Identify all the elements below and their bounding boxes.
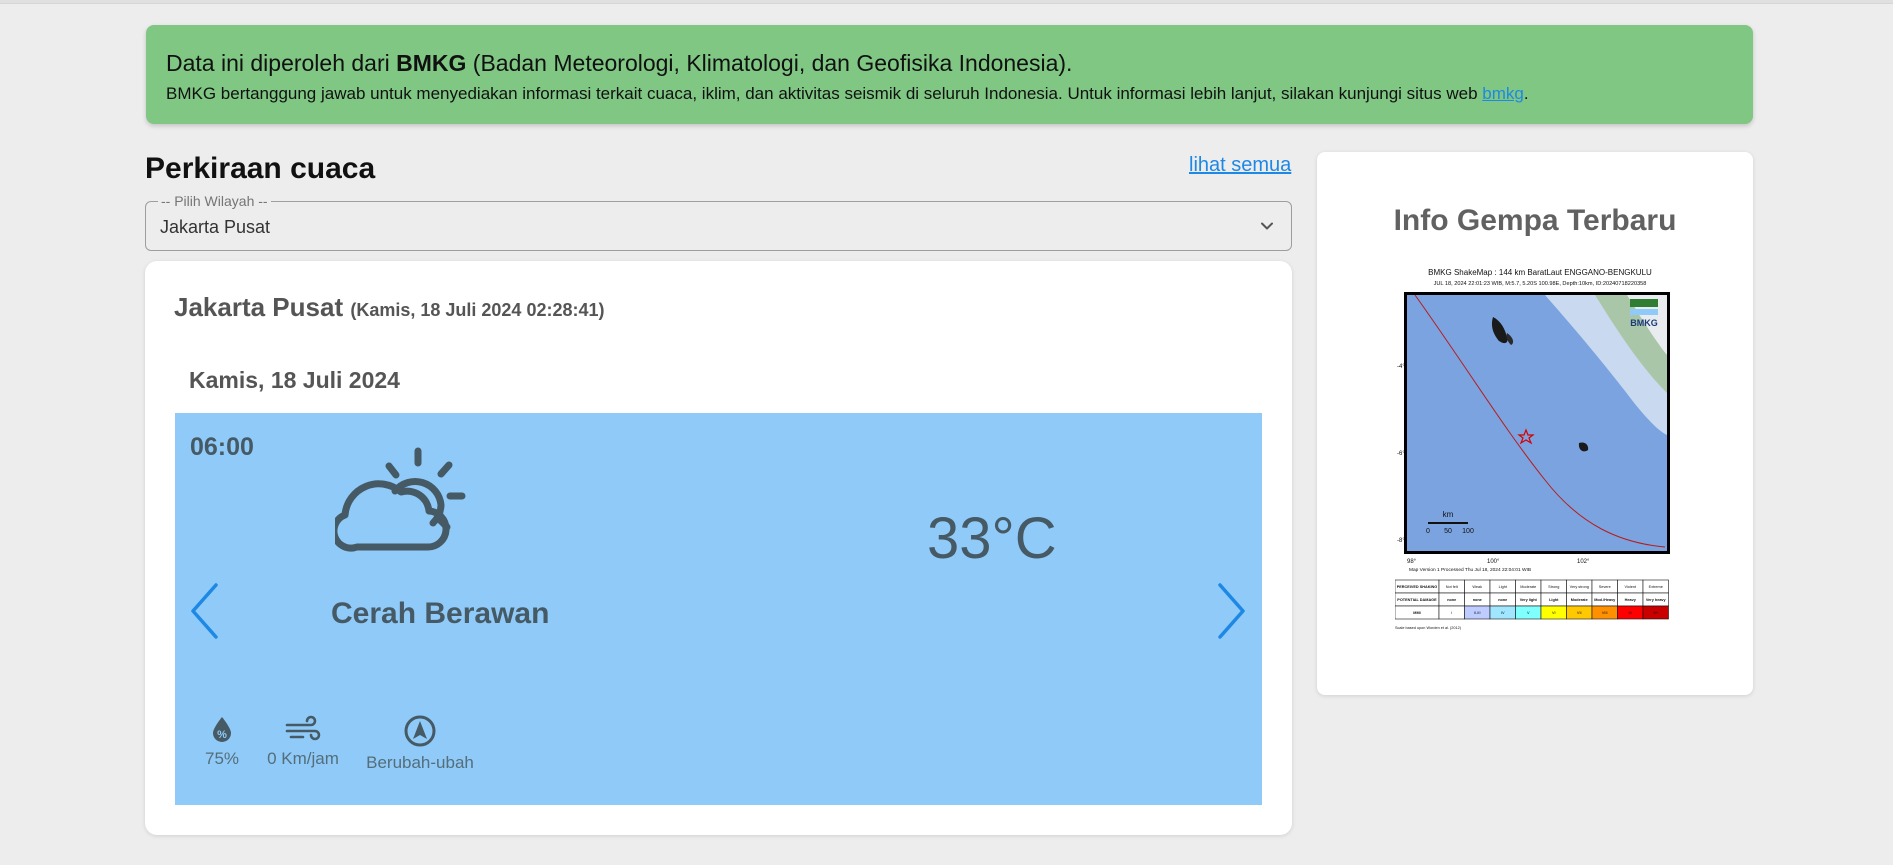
scale-tick-100: 100 xyxy=(1462,528,1474,535)
legend-cell-label: Light xyxy=(1499,585,1508,589)
shakemap-title: BMKG ShakeMap : 144 km BaratLaut ENGGANO… xyxy=(1428,268,1652,277)
legend-cell-label: Moderate xyxy=(1520,585,1536,589)
humidity-stat: % 75% xyxy=(202,715,242,769)
notice-title-prefix: Data ini diperoleh dari xyxy=(166,50,397,76)
data-source-notice: Data ini diperoleh dari BMKG (Badan Mete… xyxy=(146,25,1753,124)
mmi-legend: PERCEIVED SHAKING Not felt Weak Light Modera… xyxy=(1395,579,1669,620)
wind-icon xyxy=(285,715,321,741)
notice-title: Data ini diperoleh dari BMKG (Badan Mete… xyxy=(166,49,1733,77)
legend-row-header-label: POTENTIAL DAMAGE xyxy=(1397,598,1437,602)
shakemap-logo: BMKG xyxy=(1630,318,1658,328)
legend-cell-label: IV xyxy=(1501,611,1505,615)
humidity-value: 75% xyxy=(204,749,240,768)
legend-cell-label: V xyxy=(1527,611,1530,615)
legend-cell-label: none xyxy=(1447,598,1456,602)
slide-time: 06:00 xyxy=(190,433,254,461)
legend-cell-label: none xyxy=(1498,598,1507,602)
wind-direction-stat: Berubah-ubah xyxy=(363,715,477,773)
weather-description: Cerah Berawan xyxy=(331,597,550,630)
legend-cell-label: Violent xyxy=(1624,585,1636,589)
legend-cell-label: none xyxy=(1473,598,1482,602)
bmkg-link[interactable]: bmkg xyxy=(1482,84,1524,103)
scale-tick-50: 50 xyxy=(1444,528,1452,535)
legend-cell-label: VI xyxy=(1552,611,1556,615)
compass-icon xyxy=(404,715,436,747)
legend-cell-label: VII xyxy=(1577,611,1582,615)
wind-speed-stat: 0 Km/jam xyxy=(261,715,345,769)
earthquake-card: Info Gempa Terbaru BMKG ShakeMap : 144 k… xyxy=(1317,152,1753,695)
legend-cell-label: Light xyxy=(1549,598,1559,602)
forecast-heading: Perkiraan cuaca xyxy=(145,152,376,185)
lat-label-4: -4° xyxy=(1397,364,1405,370)
legend-cell-label: Very light xyxy=(1520,598,1538,602)
notice-body-end: . xyxy=(1523,84,1529,103)
legend-cell-label: Not felt xyxy=(1446,585,1459,589)
chevron-down-icon xyxy=(1261,222,1273,230)
legend-cell-label: I xyxy=(1451,611,1452,615)
legend-cell-label: Very strong xyxy=(1570,585,1589,589)
legend-cell-label: II-III xyxy=(1474,611,1481,615)
scale-tick-0: 0 xyxy=(1426,528,1430,535)
region-select-value: Jakarta Pusat xyxy=(160,217,271,237)
humidity-icon: % xyxy=(213,717,231,742)
temperature: 33°C xyxy=(927,506,1057,571)
legend-footnote: Scale based upon Worden et al. (2012) xyxy=(1395,626,1462,630)
notice-title-suffix: (Badan Meteorologi, Klimatologi, dan Geo… xyxy=(466,50,1073,76)
legend-cell-label: VIII xyxy=(1602,611,1608,615)
legend-cell-label: Strong xyxy=(1548,585,1559,589)
legend-cell-label: Heavy xyxy=(1625,598,1637,602)
legend-cell-label: Extreme xyxy=(1649,585,1663,589)
legend-row-header-label: MMI xyxy=(1413,611,1420,615)
shakemap-frame: BMKG km 0 50 100 xyxy=(1404,292,1670,554)
forecast-slide: 06:00 Cerah Berawan 33°C % 75% 0 Km/jam … xyxy=(175,413,1262,805)
chevron-left-icon[interactable] xyxy=(187,581,221,641)
region-select[interactable]: -- Pilih Wilayah -- Jakarta Pusat xyxy=(145,193,1292,251)
scale-unit: km xyxy=(1443,510,1454,519)
notice-body: BMKG bertanggung jawab untuk menyediakan… xyxy=(166,84,1733,104)
chevron-right-icon[interactable] xyxy=(1215,581,1249,641)
location-name: Jakarta Pusat xyxy=(174,292,344,322)
svg-text:%: % xyxy=(217,729,227,741)
lat-label-6: -6° xyxy=(1397,451,1405,457)
earthquake-title: Info Gempa Terbaru xyxy=(1393,204,1677,237)
top-bar xyxy=(0,0,1893,4)
map-version: Map Version 1 Processed Thu Jul 18, 2024… xyxy=(1409,567,1531,573)
see-all-link[interactable]: lihat semua xyxy=(1189,154,1291,177)
lon-label-102: 102° xyxy=(1577,559,1590,565)
legend-cell-label: Weak xyxy=(1472,585,1482,589)
legend-cell-label: Moderate xyxy=(1571,598,1588,602)
region-select-legend: -- Pilih Wilayah -- xyxy=(158,193,271,209)
wind-speed-value: 0 Km/jam xyxy=(267,749,339,768)
shakemap-subtitle: JUL 18, 2024 22:01:23 WIB, M:5.7, 5.20S … xyxy=(1434,281,1647,287)
wind-direction-value: Berubah-ubah xyxy=(366,753,474,772)
lat-label-8: -8° xyxy=(1397,538,1405,544)
notice-title-bold: BMKG xyxy=(396,50,467,76)
forecast-card: Jakarta Pusat (Kamis, 18 Juli 2024 02:28… xyxy=(145,261,1292,835)
legend-cell-label: Severe xyxy=(1599,585,1611,589)
day-title: Kamis, 18 Juli 2024 xyxy=(189,367,400,393)
legend-cell-label: Mod./Heavy xyxy=(1594,598,1616,602)
shakemap-image[interactable]: BMKG ShakeMap : 144 km BaratLaut ENGGANO… xyxy=(1395,265,1685,785)
lon-label-98: 98° xyxy=(1407,559,1417,565)
legend-cell-label: X+ xyxy=(1653,611,1659,615)
location-timestamp: (Kamis, 18 Juli 2024 02:28:41) xyxy=(350,300,605,320)
lon-label-100: 100° xyxy=(1487,559,1500,565)
notice-body-text: BMKG bertanggung jawab untuk menyediakan… xyxy=(166,84,1483,103)
location-title: Jakarta Pusat (Kamis, 18 Juli 2024 02:28… xyxy=(174,292,605,323)
legend-cell-label: Very heavy xyxy=(1646,598,1667,602)
partly-cloudy-icon xyxy=(335,447,466,552)
legend-row-header-label: PERCEIVED SHAKING xyxy=(1397,585,1438,589)
legend-cell-label: IX xyxy=(1628,611,1632,615)
